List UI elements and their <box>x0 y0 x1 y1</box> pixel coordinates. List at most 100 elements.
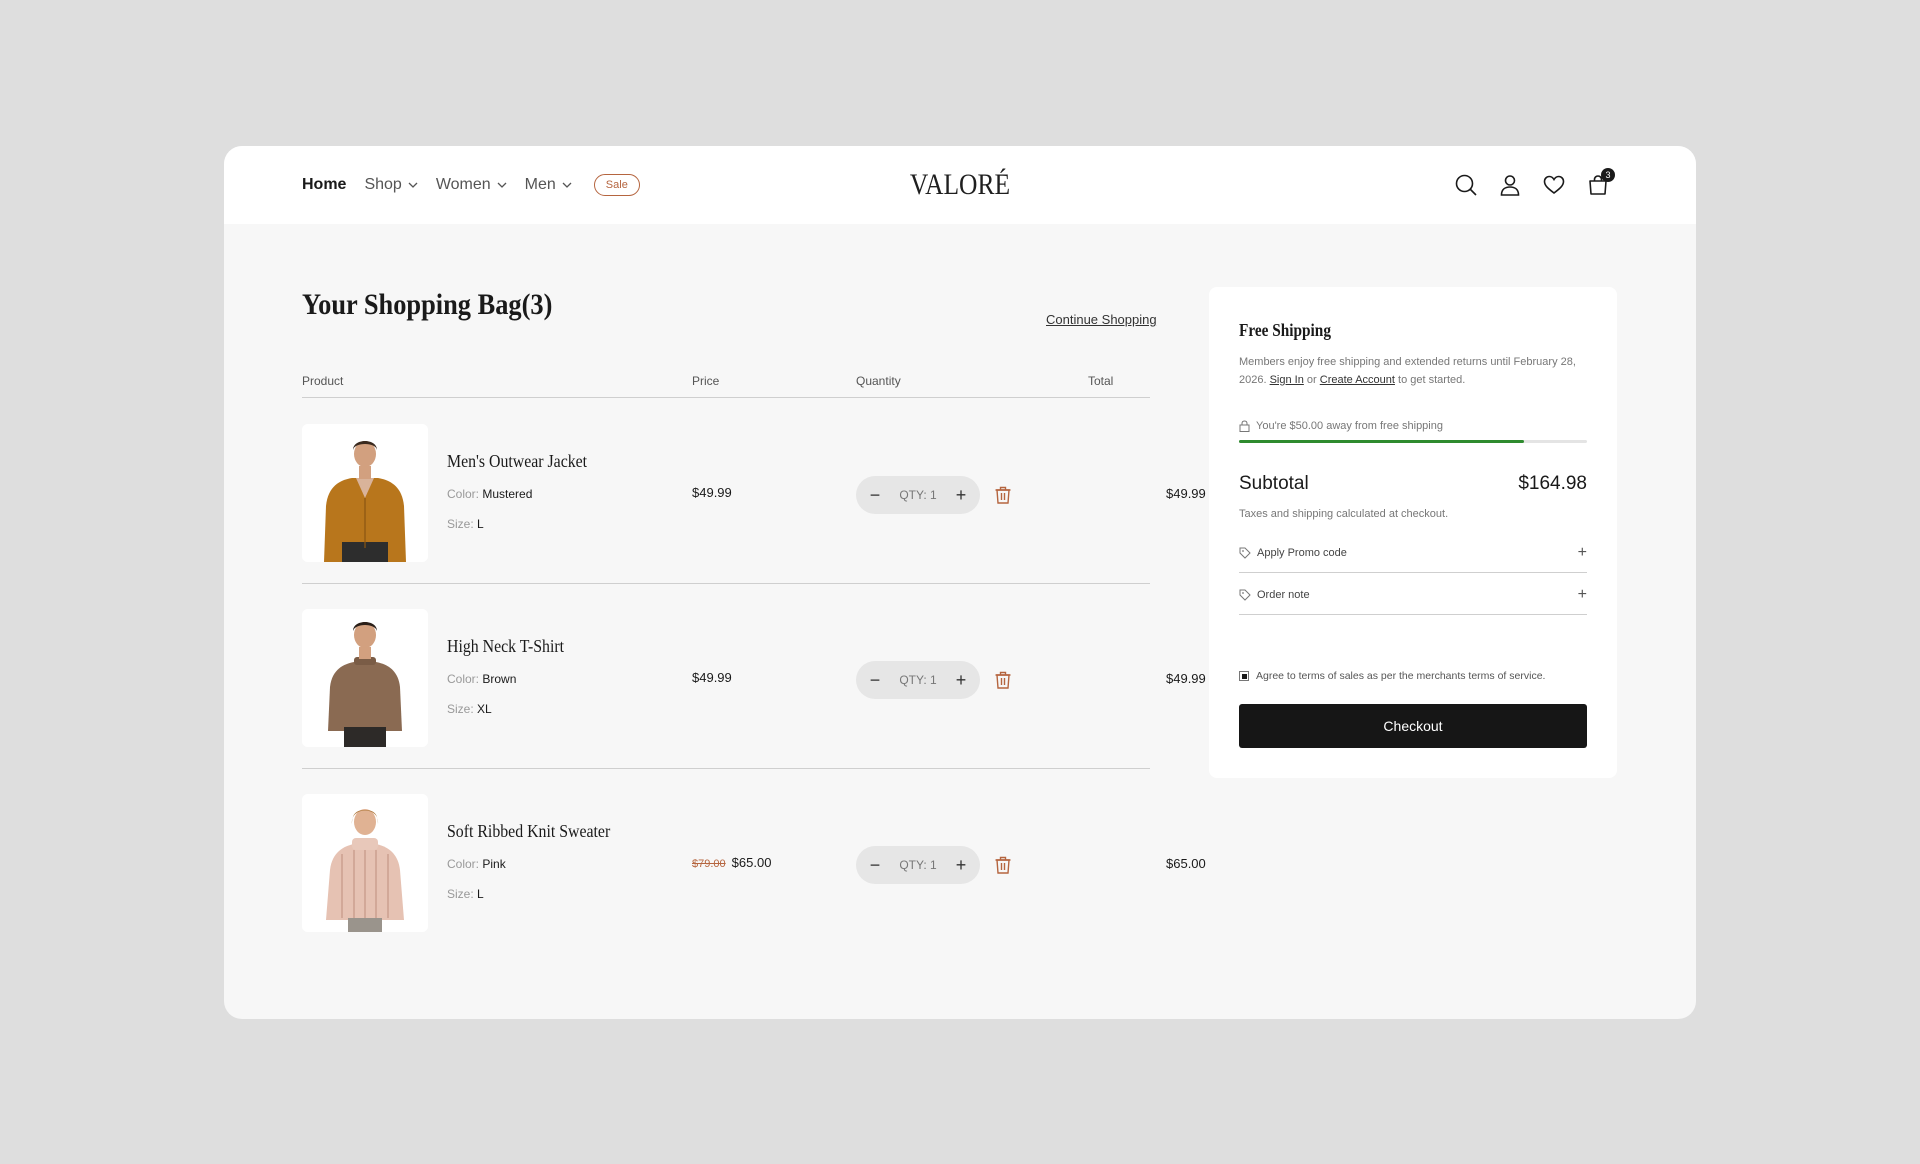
heart-icon[interactable] <box>1542 173 1566 197</box>
increase-quantity-button[interactable]: + <box>954 856 968 874</box>
price-value: $49.99 <box>692 485 732 500</box>
promo-label: Apply Promo code <box>1257 546 1347 559</box>
price-value: $49.99 <box>692 670 732 685</box>
col-total: Total <box>1088 374 1114 388</box>
cart-items: Men's Outwear Jacket Color: Mustered Siz… <box>302 399 1206 954</box>
quantity-stepper: − QTY: 1 + <box>856 846 980 884</box>
nav-sale-badge[interactable]: Sale <box>593 174 640 196</box>
size-label: Size: <box>447 887 474 901</box>
sign-in-link[interactable]: Sign In <box>1270 374 1304 386</box>
nav-shop-label: Shop <box>364 176 402 193</box>
nav-shop[interactable]: Shop <box>364 176 418 194</box>
main-nav: Home Shop Women Men Sale <box>302 146 640 224</box>
product-size: Size: L <box>447 887 484 901</box>
lock-icon <box>1239 420 1250 432</box>
line-total: $49.99 <box>1166 671 1206 686</box>
nav-women-label: Women <box>435 176 491 193</box>
nav-women[interactable]: Women <box>436 176 507 194</box>
color-value: Mustered <box>482 487 533 501</box>
plus-icon: + <box>1577 543 1587 561</box>
size-value: XL <box>477 702 492 716</box>
unit-price: $49.99 <box>692 485 732 500</box>
cart-item-row: Soft Ribbed Knit Sweater Color: Pink Siz… <box>302 769 1206 954</box>
brand-logo[interactable]: VALORÉ <box>910 168 1010 202</box>
quantity-value: QTY: 1 <box>899 858 937 872</box>
unit-price: $79.00 $65.00 <box>692 855 771 870</box>
nav-home[interactable]: Home <box>302 176 346 194</box>
color-label: Color: <box>447 672 480 686</box>
desc-or: or <box>1306 374 1317 386</box>
quantity-value: QTY: 1 <box>899 673 937 687</box>
continue-shopping-link[interactable]: Continue Shopping <box>1046 312 1157 327</box>
tax-note: Taxes and shipping calculated at checkou… <box>1239 508 1449 520</box>
cart-page: Home Shop Women Men Sale VALORÉ 3 Your S… <box>224 146 1696 1019</box>
promo-code-accordion[interactable]: Apply Promo code + <box>1239 533 1587 573</box>
color-value: Brown <box>482 672 517 686</box>
free-shipping-title: Free Shipping <box>1239 320 1331 340</box>
nav-men[interactable]: Men <box>525 176 572 194</box>
product-image[interactable] <box>302 609 428 747</box>
checkout-button[interactable]: Checkout <box>1239 704 1587 748</box>
shipping-progress-message: You're $50.00 away from free shipping <box>1239 420 1443 432</box>
terms-checkbox[interactable] <box>1239 671 1249 681</box>
col-price: Price <box>692 374 720 388</box>
order-summary-panel: Free Shipping Members enjoy free shippin… <box>1209 287 1617 778</box>
product-color: Color: Mustered <box>447 487 532 501</box>
cart-count-badge: 3 <box>1601 168 1615 182</box>
page-title: Your Shopping Bag(3) <box>302 288 553 321</box>
decrease-quantity-button[interactable]: − <box>868 486 882 504</box>
order-note-accordion[interactable]: Order note + <box>1239 575 1587 615</box>
product-size: Size: L <box>447 517 484 531</box>
product-size: Size: XL <box>447 702 492 716</box>
col-product: Product <box>302 374 344 388</box>
plus-icon: + <box>1577 585 1587 603</box>
trash-icon[interactable] <box>994 485 1012 505</box>
cart-table-header: Product Price Quantity Total <box>302 374 1150 398</box>
line-total: $49.99 <box>1166 486 1206 501</box>
shipping-message-text: You're $50.00 away from free shipping <box>1256 420 1443 432</box>
chevron-down-icon <box>497 182 507 188</box>
header-actions: 3 <box>1454 146 1615 224</box>
trash-icon[interactable] <box>994 670 1012 690</box>
nav-home-label: Home <box>302 176 347 193</box>
order-note-label: Order note <box>1257 588 1310 601</box>
size-label: Size: <box>447 702 474 716</box>
decrease-quantity-button[interactable]: − <box>868 856 882 874</box>
search-icon[interactable] <box>1454 173 1478 197</box>
user-icon[interactable] <box>1498 173 1522 197</box>
tag-icon <box>1239 547 1251 559</box>
cart-item-row: Men's Outwear Jacket Color: Mustered Siz… <box>302 399 1206 584</box>
chevron-down-icon <box>562 182 572 188</box>
cart-item-row: High Neck T-Shirt Color: Brown Size: XL … <box>302 584 1206 769</box>
col-quantity: Quantity <box>856 374 901 388</box>
size-value: L <box>477 887 484 901</box>
create-account-link[interactable]: Create Account <box>1320 374 1395 386</box>
nav-men-label: Men <box>524 176 556 193</box>
line-total: $65.00 <box>1166 856 1206 871</box>
trash-icon[interactable] <box>994 855 1012 875</box>
increase-quantity-button[interactable]: + <box>954 671 968 689</box>
increase-quantity-button[interactable]: + <box>954 486 968 504</box>
shipping-progress-bar <box>1239 440 1587 443</box>
decrease-quantity-button[interactable]: − <box>868 671 882 689</box>
product-color: Color: Brown <box>447 672 516 686</box>
product-image[interactable] <box>302 794 428 932</box>
subtotal-value: $164.98 <box>1518 473 1587 494</box>
product-image[interactable] <box>302 424 428 562</box>
product-name[interactable]: Men's Outwear Jacket <box>447 451 587 472</box>
product-color: Color: Pink <box>447 857 506 871</box>
original-price: $79.00 <box>692 858 726 870</box>
price-value: $65.00 <box>731 855 772 870</box>
bag-icon[interactable]: 3 <box>1586 168 1615 197</box>
unit-price: $49.99 <box>692 670 732 685</box>
size-value: L <box>477 517 484 531</box>
subtotal-label: Subtotal <box>1239 473 1309 494</box>
product-name[interactable]: High Neck T-Shirt <box>447 636 564 657</box>
site-header: Home Shop Women Men Sale VALORÉ 3 <box>224 146 1696 224</box>
desc-end: to get started. <box>1398 374 1466 386</box>
product-name[interactable]: Soft Ribbed Knit Sweater <box>447 821 610 842</box>
quantity-value: QTY: 1 <box>899 488 937 502</box>
terms-agreement[interactable]: Agree to terms of sales as per the merch… <box>1239 670 1545 682</box>
free-shipping-description: Members enjoy free shipping and extended… <box>1239 353 1584 389</box>
size-label: Size: <box>447 517 474 531</box>
